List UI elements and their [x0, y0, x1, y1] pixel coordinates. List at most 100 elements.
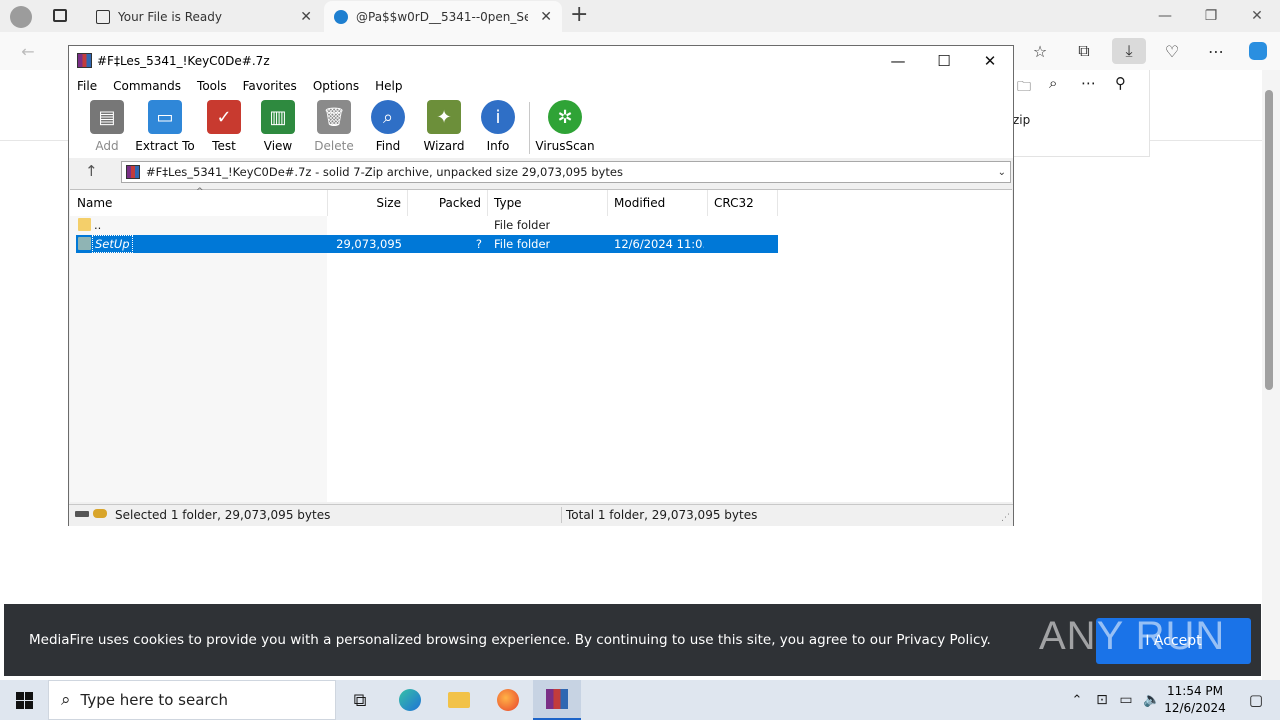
tab-title: @Pa$$w0rD__5341--0pen_Set-U: [356, 9, 528, 24]
column-header-type[interactable]: Type: [488, 190, 608, 216]
downloads-panel: 🗀 ⌕ ⋯ ⚲ zip: [1008, 70, 1150, 157]
tab-your-file-ready[interactable]: Your File is Ready ✕: [86, 1, 322, 32]
open-folder-icon[interactable]: 🗀: [1017, 76, 1031, 100]
winrar-app-icon: [77, 53, 92, 68]
file-list[interactable]: Name ^ Size Packed Type Modified CRC32 .…: [70, 187, 1012, 502]
firefox-icon[interactable]: [484, 680, 532, 720]
status-selected: Selected 1 folder, 29,073,095 bytes: [115, 508, 331, 522]
info-icon: i: [481, 100, 515, 134]
winrar-maximize-icon[interactable]: ☐: [921, 46, 967, 76]
search-icon: ⌕: [61, 690, 71, 710]
close-tab-icon[interactable]: ✕: [540, 9, 552, 25]
status-bar: Selected 1 folder, 29,073,095 bytes Tota…: [69, 504, 1013, 526]
up-folder-icon[interactable]: ↑: [85, 162, 98, 180]
folder-icon: [78, 237, 91, 250]
add-button[interactable]: ▤ Add: [79, 100, 135, 156]
test-clipboard-icon: ✓: [207, 100, 241, 134]
list-item-setup[interactable]: SetUp 29,073,095 ? File folder 12/6/2024…: [76, 235, 778, 253]
collections-icon[interactable]: ⧉: [1070, 38, 1098, 64]
menu-tools[interactable]: Tools: [189, 79, 235, 93]
trash-icon: 🗑: [317, 100, 351, 134]
clock-date: 12/6/2024: [1164, 701, 1226, 715]
tab-title: Your File is Ready: [118, 9, 222, 24]
chevron-down-icon[interactable]: ⌄: [998, 167, 1006, 178]
task-view-icon[interactable]: ⧉: [336, 680, 384, 720]
close-tab-icon[interactable]: ✕: [300, 9, 312, 25]
menu-options[interactable]: Options: [305, 79, 367, 93]
find-button[interactable]: ⌕ Find: [360, 100, 416, 156]
tab-password-setup[interactable]: @Pa$$w0rD__5341--0pen_Set-U ✕: [324, 1, 562, 32]
list-item-parent[interactable]: .. File folder: [76, 216, 778, 234]
restore-icon[interactable]: ❐: [1188, 0, 1234, 32]
winrar-toolbar: ▤ Add ▭ Extract To ✓ Test ▥ View 🗑 Delet…: [69, 96, 1013, 158]
path-bar: ↑ #F‡Les_5341_!KeyC0De#.7z - solid 7-Zip…: [69, 159, 1013, 187]
ethernet-icon[interactable]: ▭: [1112, 680, 1140, 720]
winrar-title: #F‡Les_5341_!KeyC0De#.7z: [97, 54, 270, 68]
download-item-filename[interactable]: zip: [1013, 113, 1030, 127]
windows-taskbar: ⌕ Type here to search ⧉ ⌃ ⊡ ▭ 🔈 11:54 PM…: [0, 680, 1280, 720]
search-placeholder: Type here to search: [80, 691, 228, 709]
wand-icon: ✦: [427, 100, 461, 134]
page-icon: [96, 9, 110, 24]
winrar-close-icon[interactable]: ✕: [967, 46, 1013, 76]
extract-to-button[interactable]: ▭ Extract To: [135, 100, 195, 156]
cookie-text: MediaFire uses cookies to provide you wi…: [29, 632, 991, 648]
bug-icon: ✲: [548, 100, 582, 134]
downloads-icon[interactable]: ⤓: [1112, 38, 1146, 64]
taskbar-clock[interactable]: 11:54 PM 12/6/2024: [1160, 683, 1230, 717]
taskbar-search-box[interactable]: ⌕ Type here to search: [48, 680, 336, 720]
sort-ascending-icon: ^: [196, 187, 204, 197]
tab-actions-icon[interactable]: [53, 9, 67, 22]
anyrun-watermark: ANY RUN: [1039, 614, 1226, 658]
column-header-size[interactable]: Size: [328, 190, 408, 216]
pin-icon[interactable]: ⚲: [1115, 74, 1126, 92]
profile-avatar[interactable]: [10, 6, 32, 28]
toolbar-separator: [529, 102, 530, 154]
clock-time: 11:54 PM: [1167, 684, 1223, 698]
winrar-menu-bar: File Commands Tools Favorites Options He…: [69, 76, 1013, 96]
archive-icon: [126, 165, 140, 179]
column-header-packed[interactable]: Packed: [408, 190, 488, 216]
path-combo[interactable]: #F‡Les_5341_!KeyC0De#.7z - solid 7-Zip a…: [121, 161, 1011, 183]
close-window-icon[interactable]: ✕: [1234, 0, 1280, 32]
winrar-taskbar-icon[interactable]: [533, 680, 581, 720]
edge-taskbar-icon[interactable]: [386, 680, 434, 720]
browser-tab-bar: Your File is Ready ✕ @Pa$$w0rD__5341--0p…: [0, 0, 1280, 32]
drive-icon: [75, 511, 89, 517]
key-icon: [93, 509, 107, 518]
test-button[interactable]: ✓ Test: [196, 100, 252, 156]
add-archive-icon: ▤: [90, 100, 124, 134]
path-text: #F‡Les_5341_!KeyC0De#.7z - solid 7-Zip a…: [146, 165, 623, 179]
wizard-button[interactable]: ✦ Wizard: [416, 100, 472, 156]
edge-icon: [334, 9, 348, 24]
minimize-icon[interactable]: —: [1142, 0, 1188, 32]
page-scrollbar-thumb[interactable]: [1265, 90, 1273, 390]
extract-folder-icon: ▭: [148, 100, 182, 134]
menu-commands[interactable]: Commands: [105, 79, 189, 93]
browser-essentials-icon[interactable]: ♡: [1158, 38, 1186, 64]
windows-logo-icon: [15, 691, 33, 709]
start-button[interactable]: [0, 680, 48, 720]
new-tab-button[interactable]: +: [570, 2, 588, 27]
search-downloads-icon[interactable]: ⌕: [1049, 74, 1057, 92]
copilot-icon[interactable]: [1244, 38, 1272, 64]
winrar-minimize-icon[interactable]: —: [875, 46, 921, 76]
resize-grip-icon[interactable]: ⋰: [1001, 513, 1010, 523]
column-header-name[interactable]: Name ^: [70, 187, 328, 216]
winrar-title-bar[interactable]: #F‡Les_5341_!KeyC0De#.7z — ☐ ✕: [69, 46, 1013, 76]
notification-icon[interactable]: ▢: [1232, 680, 1280, 720]
menu-file[interactable]: File: [69, 79, 105, 93]
virusscan-button[interactable]: ✲ VirusScan: [535, 100, 595, 156]
downloads-more-icon[interactable]: ⋯: [1081, 74, 1096, 92]
delete-button[interactable]: 🗑 Delete: [306, 100, 362, 156]
back-icon[interactable]: ←: [14, 38, 42, 64]
info-button[interactable]: i Info: [470, 100, 526, 156]
column-header-crc32[interactable]: CRC32: [708, 190, 778, 216]
view-button[interactable]: ▥ View: [250, 100, 306, 156]
menu-favorites[interactable]: Favorites: [235, 79, 305, 93]
menu-help[interactable]: Help: [367, 79, 410, 93]
column-header-modified[interactable]: Modified: [608, 190, 708, 216]
file-explorer-icon[interactable]: [435, 680, 483, 720]
more-menu-icon[interactable]: ⋯: [1202, 38, 1230, 64]
favorites-icon[interactable]: ☆: [1026, 38, 1054, 64]
